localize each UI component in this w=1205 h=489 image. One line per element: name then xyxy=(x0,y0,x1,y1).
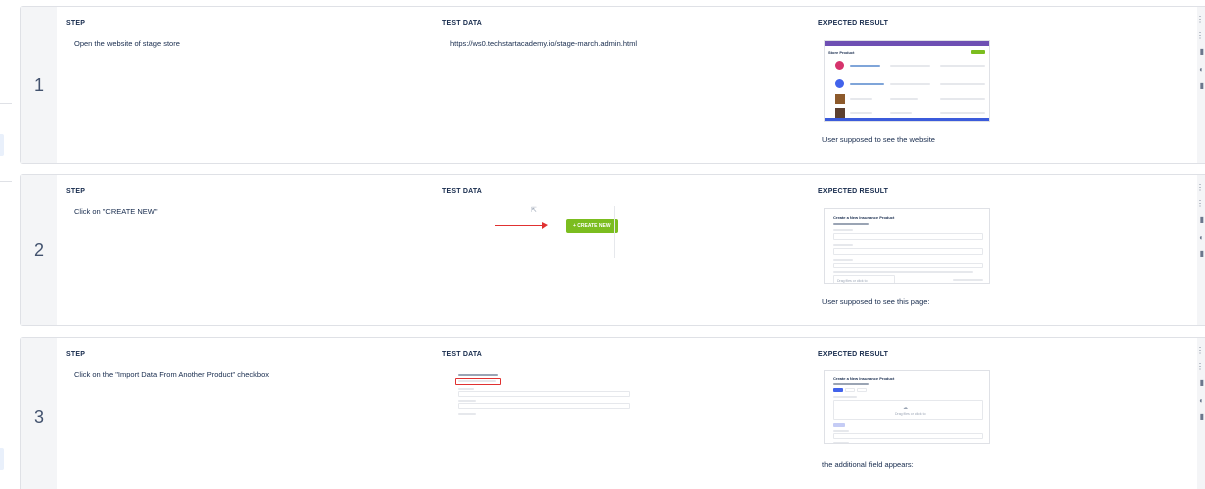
expected-caption: User supposed to see the website xyxy=(822,135,935,144)
row-action-icon[interactable]: ⋮ xyxy=(1196,199,1204,208)
row-action-bar: ⋮ ⋮ ▮ ◐ ▮ xyxy=(1196,7,1205,163)
row-action-icon[interactable]: ▮ xyxy=(1200,378,1204,387)
row-action-icon[interactable]: ⋮ xyxy=(1196,183,1204,192)
gutter-tab[interactable] xyxy=(0,448,4,470)
expected-caption: the additional field appears: xyxy=(822,460,914,469)
thumb-header-bar xyxy=(825,41,989,46)
thumb-toggle-on xyxy=(833,388,843,392)
cursor-icon: ⇱ xyxy=(531,207,537,214)
row-action-icon[interactable]: ⋮ xyxy=(1196,362,1204,371)
test-data-text[interactable]: https://ws0.techstartacademy.io/stage-ma… xyxy=(450,39,637,48)
step-number: 2 xyxy=(33,239,44,260)
row-action-icon[interactable]: ▮ xyxy=(1200,215,1204,224)
thumb-form-title: Create a New Insurance Product xyxy=(833,215,895,220)
expected-screenshot[interactable]: Create a New Insurance Product ☁ Drag fi… xyxy=(824,370,990,444)
step-number-cell[interactable]: 1 xyxy=(21,7,57,163)
row-action-icon[interactable]: ⋮ xyxy=(1196,346,1204,355)
step-number-cell[interactable]: 3 xyxy=(21,338,57,489)
step-label: STEP xyxy=(66,20,86,27)
gutter-tab[interactable] xyxy=(0,134,4,156)
step-row-1: 1 STEP Open the website of stage store T… xyxy=(20,6,1205,164)
thumb-product-image xyxy=(835,61,844,70)
step-label: STEP xyxy=(66,188,86,195)
row-action-icon[interactable]: ▮ xyxy=(1200,81,1204,90)
row-action-icon[interactable]: ▮ xyxy=(1200,47,1204,56)
gutter-divider xyxy=(0,181,12,182)
gutter-divider xyxy=(0,103,12,104)
expected-screenshot[interactable]: Store Product xyxy=(824,40,990,122)
test-data-label: TEST DATA xyxy=(442,20,483,27)
red-arrow xyxy=(495,225,545,226)
step-text[interactable]: Open the website of stage store xyxy=(74,39,180,48)
create-new-button[interactable]: + CREATE NEW xyxy=(566,219,618,233)
test-data-screenshot[interactable]: ⇱ + CREATE NEW xyxy=(495,206,618,260)
row-action-bar: ⋮ ⋮ ▮ ◐ ▮ xyxy=(1196,338,1205,489)
step-label: STEP xyxy=(66,351,86,358)
expected-caption: User supposed to see this page: xyxy=(822,297,930,306)
thumb-header-title: Store Product xyxy=(828,50,855,55)
expected-result-label: EXPECTED RESULT xyxy=(818,20,889,27)
row-action-icon[interactable]: ⋮ xyxy=(1196,15,1204,24)
test-data-label: TEST DATA xyxy=(442,351,483,358)
row-action-icon[interactable]: ◐ xyxy=(1199,233,1204,242)
expected-screenshot[interactable]: Create a New Insurance Product Drag file… xyxy=(824,208,990,284)
step-number: 1 xyxy=(33,74,44,95)
expected-result-label: EXPECTED RESULT xyxy=(818,351,889,358)
expected-result-label: EXPECTED RESULT xyxy=(818,188,889,195)
step-text[interactable]: Click on "CREATE NEW" xyxy=(74,207,158,216)
row-action-icon[interactable]: ◐ xyxy=(1199,396,1204,405)
test-data-label: TEST DATA xyxy=(442,188,483,195)
thumb-product-image xyxy=(835,108,845,118)
thumb-form-title: Create a New Insurance Product xyxy=(833,376,895,381)
test-data-screenshot[interactable] xyxy=(452,371,632,419)
row-action-icon[interactable]: ▮ xyxy=(1200,249,1204,258)
thumb-taskbar xyxy=(825,118,989,121)
thumb-product-image xyxy=(835,79,844,88)
thumb-small-button xyxy=(833,423,845,427)
step-number-cell[interactable]: 2 xyxy=(21,175,57,325)
test-steps-page: 1 STEP Open the website of stage store T… xyxy=(0,0,1205,489)
step-text[interactable]: Click on the "Import Data From Another P… xyxy=(74,370,269,379)
row-action-icon[interactable]: ◐ xyxy=(1199,65,1204,74)
row-action-bar: ⋮ ⋮ ▮ ◐ ▮ xyxy=(1196,175,1205,325)
row-action-icon[interactable]: ▮ xyxy=(1200,412,1204,421)
cloud-upload-icon: ☁ xyxy=(903,405,908,411)
thumb-product-image xyxy=(835,94,845,104)
red-arrow-head xyxy=(542,222,548,229)
screenshot-edge xyxy=(614,206,615,258)
left-gutter xyxy=(0,0,16,489)
row-action-icon[interactable]: ⋮ xyxy=(1196,31,1204,40)
thumb-drop-label: Drag files or click to xyxy=(895,412,926,416)
thumb-add-button xyxy=(971,50,985,54)
step-row-3: 3 STEP Click on the "Import Data From An… xyxy=(20,337,1205,489)
step-number: 3 xyxy=(33,406,44,427)
thumb-drop-label: Drag files or click to xyxy=(837,279,868,283)
step-row-2: 2 STEP Click on "CREATE NEW" TEST DATA ⇱… xyxy=(20,174,1205,326)
